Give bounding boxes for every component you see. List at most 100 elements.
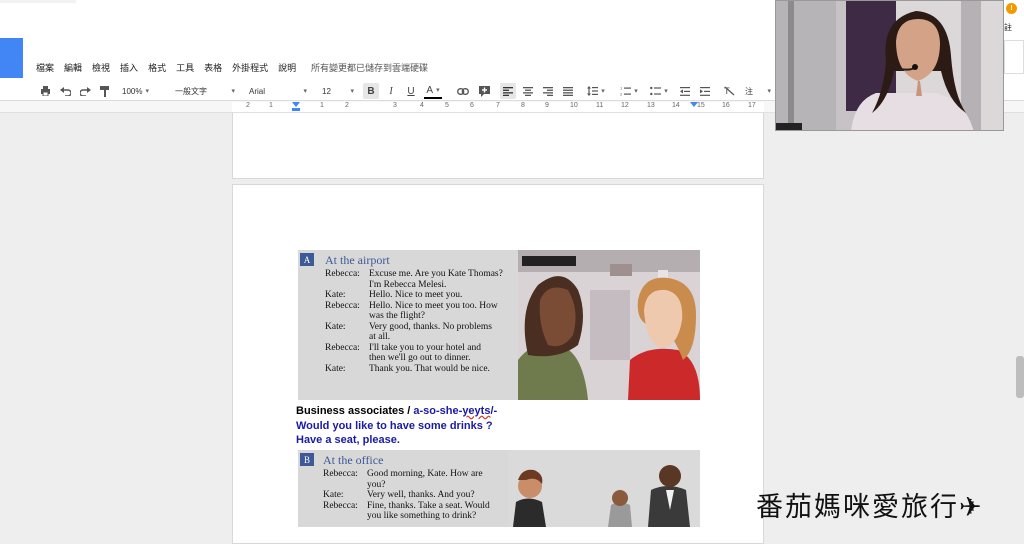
font-size-value: 12 <box>322 86 331 96</box>
dialogue-line: was the flight? <box>325 311 521 322</box>
notification-icon[interactable]: ! <box>1006 3 1017 14</box>
dialogue-text: Good morning, Kate. How are <box>367 469 483 479</box>
svg-text:1: 1 <box>620 87 622 91</box>
doc-line-vocabulary[interactable]: Business associates / a-so-she-yeyts/- <box>296 404 497 418</box>
chevron-down-icon: ▾ <box>145 88 149 95</box>
dialogue-text: you? <box>367 479 386 490</box>
font-select[interactable]: Arial ▾ <box>249 83 307 99</box>
doc-line-seat[interactable]: Have a seat, please. <box>296 433 400 447</box>
dialogue-text: then we'll go out to dinner. <box>369 353 471 363</box>
speaker: Rebecca: <box>325 342 360 353</box>
chevron-down-icon: ▾ <box>664 88 668 95</box>
textbook-image-a[interactable]: A At the airport Rebecca: Excuse me. Are … <box>298 250 700 400</box>
speaker: Rebecca: <box>325 269 360 279</box>
speaker <box>325 353 369 364</box>
speaker <box>325 311 369 322</box>
numbered-list-icon[interactable]: 1 2 ▾ <box>617 83 641 99</box>
speaker: Kate: <box>325 290 346 300</box>
menu-bar: 檔案 編輯 檢視 插入 格式 工具 表格 外掛程式 說明 <box>36 61 306 75</box>
paint-format-icon[interactable] <box>98 83 112 99</box>
dialogue-text: I'm Rebecca Melesi. <box>369 279 447 290</box>
docs-logo-icon[interactable] <box>0 38 23 78</box>
comments-label[interactable]: 註 <box>1004 22 1024 37</box>
doc-line-drinks[interactable]: Would you like to have some drinks ? <box>296 419 493 433</box>
ruler-tick: 4 <box>420 102 424 109</box>
zoom-select[interactable]: 100% ▾ <box>122 83 162 99</box>
clear-formatting-icon[interactable]: T <box>722 83 736 99</box>
panel-title: At the office <box>323 453 384 467</box>
font-size-select[interactable]: 12 ▾ <box>322 83 354 99</box>
dialogue-text: at all. <box>369 332 391 342</box>
dialogue-line: you? <box>323 480 519 491</box>
dialogue-text: Fine, thanks. Take a seat. Would <box>367 500 490 511</box>
speaker: Rebecca: <box>325 300 360 311</box>
dialogue-line: Rebecca: Excuse me. Are you Kate Thomas? <box>325 269 521 280</box>
dialogue-line: I'm Rebecca Melesi. <box>325 280 521 291</box>
pronunciation-end: /- <box>490 405 498 417</box>
speaker <box>323 480 367 491</box>
link-icon[interactable] <box>456 83 470 99</box>
menu-edit[interactable]: 編輯 <box>64 61 82 75</box>
menu-file[interactable]: 檔案 <box>36 61 54 75</box>
vertical-scrollbar[interactable] <box>1016 356 1024 398</box>
insert-comment-icon[interactable] <box>477 83 491 99</box>
underline-button[interactable]: U <box>404 83 418 99</box>
menu-table[interactable]: 表格 <box>204 61 222 75</box>
menu-tools[interactable]: 工具 <box>176 61 194 75</box>
align-left-icon[interactable] <box>500 83 516 99</box>
zoom-value: 100% <box>122 86 143 96</box>
menu-insert[interactable]: 插入 <box>120 61 138 75</box>
more-label: 注 <box>745 86 753 96</box>
ruler-tick: 12 <box>621 102 629 109</box>
pronunciation: a-so-she- <box>413 405 463 417</box>
chevron-down-icon: ▾ <box>601 88 605 95</box>
ruler-tick: 5 <box>445 102 449 109</box>
align-right-icon[interactable] <box>541 83 555 99</box>
speaker: Kate: <box>325 321 346 332</box>
italic-button[interactable]: I <box>384 83 398 99</box>
line-spacing-icon[interactable]: ▾ <box>585 83 607 99</box>
dialogue-line: at all. <box>325 332 521 343</box>
increase-indent-icon[interactable] <box>698 83 712 99</box>
justify-icon[interactable] <box>561 83 575 99</box>
dialogue: Rebecca: Good morning, Kate. How are you?… <box>323 469 519 522</box>
textbook-image-b[interactable]: B At the office Rebecca: Good morning, Ka… <box>298 450 700 527</box>
dialogue-line: Rebecca: I'll take you to your hotel and <box>325 343 521 354</box>
ruler-tick: 8 <box>521 102 525 109</box>
chevron-down-icon: ▾ <box>634 88 638 95</box>
redo-icon[interactable] <box>78 83 92 99</box>
align-center-icon[interactable] <box>521 83 535 99</box>
title-strip <box>0 0 76 3</box>
ruler-tick: 13 <box>647 102 655 109</box>
side-panel-toggle[interactable] <box>1004 40 1024 74</box>
speaker: Rebecca: <box>323 500 358 511</box>
dialogue-text: Excuse me. Are you Kate Thomas? <box>369 269 503 279</box>
save-status[interactable]: 所有變更都已儲存到雲端硬碟 <box>311 61 428 74</box>
more-options-button[interactable]: 注 ▾ <box>745 83 771 99</box>
dialogue-line: then we'll go out to dinner. <box>325 353 521 364</box>
section-badge: A <box>300 253 314 266</box>
left-indent-marker-icon[interactable] <box>292 102 300 111</box>
menu-view[interactable]: 檢視 <box>92 61 110 75</box>
style-select[interactable]: 一般文字 ▾ <box>175 83 235 99</box>
chevron-down-icon: ▾ <box>350 88 354 95</box>
chevron-down-icon: ▾ <box>231 88 235 95</box>
speaker: Kate: <box>323 490 344 500</box>
panel-title: At the airport <box>325 253 390 267</box>
text-color-button[interactable]: A ▾ <box>424 83 442 99</box>
office-illustration <box>508 450 700 527</box>
menu-addons[interactable]: 外掛程式 <box>232 61 268 75</box>
bold-button[interactable]: B <box>363 83 379 99</box>
document-page[interactable] <box>232 113 764 179</box>
dialogue-text: I'll take you to your hotel and <box>369 342 481 353</box>
ruler-tick: 7 <box>496 102 500 109</box>
decrease-indent-icon[interactable] <box>678 83 692 99</box>
right-indent-marker-icon[interactable] <box>690 102 698 107</box>
ruler-tick: 1 <box>320 102 324 109</box>
undo-icon[interactable] <box>58 83 72 99</box>
bulleted-list-icon[interactable]: ▾ <box>647 83 671 99</box>
print-icon[interactable] <box>38 83 52 99</box>
menu-help[interactable]: 說明 <box>278 61 296 75</box>
dialogue-text: was the flight? <box>369 311 425 321</box>
menu-format[interactable]: 格式 <box>148 61 166 75</box>
